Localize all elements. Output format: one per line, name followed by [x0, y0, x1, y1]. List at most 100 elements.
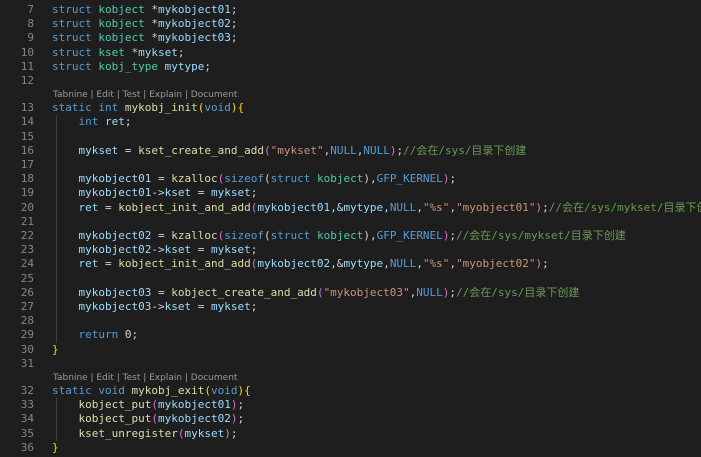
code-line[interactable]: 32 static void mykobj_exit(void){	[0, 384, 701, 398]
code-text: int ret;	[52, 115, 132, 129]
code-token: ,&	[330, 200, 344, 214]
code-text: static void mykobj_exit(void){	[52, 384, 251, 398]
code-line[interactable]: 17	[0, 158, 701, 172]
code-token: ,	[383, 257, 390, 271]
code-line[interactable]: 8 struct kobject *mykobject02;	[0, 17, 701, 31]
code-token: mykobject03	[78, 300, 152, 313]
code-token: kobject_create_and_add	[171, 285, 317, 299]
code-token: (	[263, 143, 271, 157]
code-token: kobject	[98, 17, 145, 31]
indent-guide	[56, 398, 57, 441]
code-line[interactable]: 24 ret = kobject_init_and_add(mykobject0…	[0, 257, 701, 271]
code-line[interactable]: 35 kset_unregister(mykset);	[0, 427, 701, 441]
code-token: ,	[416, 257, 423, 271]
code-line[interactable]: 16 mykset = kset_create_and_add("mykset"…	[0, 144, 701, 158]
code-line[interactable]: 36}	[0, 441, 701, 455]
code-line[interactable]: 26 mykobject03 = kobject_create_and_add(…	[0, 286, 701, 300]
code-line[interactable]: 25	[0, 272, 701, 286]
code-text: kobject_put(mykobject01);	[52, 398, 245, 412]
code-token: kobject	[98, 31, 145, 45]
code-text: struct kobject *mykobject02;	[52, 17, 237, 31]
code-line[interactable]: 30}	[0, 343, 701, 357]
line-number: 30	[20, 342, 34, 356]
code-line[interactable]: 7 struct kobject *mykobject01;	[0, 3, 701, 17]
code-token: struct	[270, 229, 311, 242]
code-token: //会在/sys/目录下创建	[456, 285, 580, 299]
code-line[interactable]: 34 kobject_put(mykobject02);	[0, 412, 701, 426]
code-line[interactable]: 19 mykobject01->kset = mykset;	[0, 186, 701, 200]
code-line[interactable]: 29 return 0;	[0, 328, 701, 342]
code-token: mykobject02	[157, 17, 231, 31]
code-token: kobject_init_and_add	[118, 200, 251, 214]
code-line[interactable]: 21	[0, 215, 701, 229]
code-line[interactable]: 23 mykobject02->kset = mykset;	[0, 243, 701, 257]
code-token: ,&	[330, 257, 344, 271]
code-line[interactable]: 11 struct kobj_type mytype;	[0, 60, 701, 74]
code-line[interactable]: 27 mykobject03->kset = mykset;	[0, 300, 701, 314]
code-line[interactable]: 28	[0, 314, 701, 328]
code-token: =	[151, 229, 172, 242]
line-number: 15	[20, 129, 34, 143]
line-number: 16	[20, 143, 34, 157]
code-line[interactable]: 9 struct kobject *mykobject03;	[0, 31, 701, 45]
code-token: struct	[52, 45, 92, 59]
code-token: ,	[383, 200, 390, 214]
code-token: ;	[230, 17, 238, 31]
line-number: 17	[20, 158, 34, 171]
code-line[interactable]: 33 kobject_put(mykobject01);	[0, 398, 701, 412]
code-token: 0;	[118, 328, 139, 342]
code-text: mykobject01->kset = mykset;	[52, 186, 258, 200]
code-text: return 0;	[52, 328, 139, 342]
code-line[interactable]: 14 int ret;	[0, 115, 701, 129]
code-token: (	[204, 384, 211, 397]
code-token: *	[124, 45, 139, 59]
line-number: 25	[20, 271, 34, 285]
code-text: static int mykobj_init(void){	[52, 101, 244, 115]
code-token: kzalloc	[171, 172, 218, 186]
codelens-actions[interactable]: Tabnine | Edit | Test | Explain | Docume…	[53, 89, 237, 101]
code-token: kobject_put	[78, 412, 152, 426]
code-token: mytype	[164, 59, 205, 73]
code-text: struct kobject *mykobject01;	[52, 3, 237, 17]
code-line[interactable]: 18 mykobject01 = kzalloc(sizeof(struct k…	[0, 172, 701, 186]
code-token: ret	[105, 115, 125, 129]
code-line[interactable]: 10 struct kset *mykset;	[0, 46, 701, 60]
code-token: kset	[164, 243, 192, 257]
code-token: mykobject02	[78, 243, 152, 257]
code-token: ;	[204, 59, 211, 73]
code-token: mykobject03	[78, 285, 152, 299]
line-number: 31	[20, 356, 34, 370]
code-line[interactable]: 22 mykobject02 = kzalloc(sizeof(struct k…	[0, 229, 701, 243]
code-line[interactable]: 15	[0, 130, 701, 144]
code-token: (	[263, 172, 271, 186]
code-text: struct kobject *mykobject03;	[52, 31, 237, 45]
code-token: ;	[250, 186, 258, 200]
code-line[interactable]: 31	[0, 357, 701, 371]
code-token: kobj_type	[98, 59, 158, 73]
codelens-actions[interactable]: Tabnine | Edit | Test | Explain | Docume…	[53, 372, 237, 384]
code-token: static	[52, 384, 92, 397]
code-text: mykobject03->kset = mykset;	[52, 300, 258, 314]
code-token: ret	[78, 257, 99, 271]
line-number: 8	[27, 17, 34, 31]
code-line[interactable]: 20 ret = kobject_init_and_add(mykobject0…	[0, 201, 701, 215]
code-token: *	[144, 31, 158, 45]
code-token: {	[237, 101, 245, 115]
code-token: "myobject01"	[456, 200, 536, 214]
code-token: kobject_put	[78, 398, 152, 412]
code-token: mytype	[343, 200, 384, 214]
code-editor[interactable]: 7 struct kobject *mykobject01; 8 struct kob…	[0, 0, 701, 457]
code-token: ->	[151, 186, 165, 200]
code-line[interactable]: 13 static int mykobj_init(void){	[0, 101, 701, 115]
code-token: *	[144, 3, 158, 16]
code-token: ;	[230, 31, 238, 45]
line-number: 18	[20, 172, 34, 186]
code-line[interactable]: 12	[0, 74, 701, 88]
line-number: 33	[20, 398, 34, 412]
code-token: kobject_init_and_add	[118, 257, 251, 271]
code-token: GFP_KERNEL	[376, 229, 443, 242]
code-token: }	[52, 440, 59, 454]
